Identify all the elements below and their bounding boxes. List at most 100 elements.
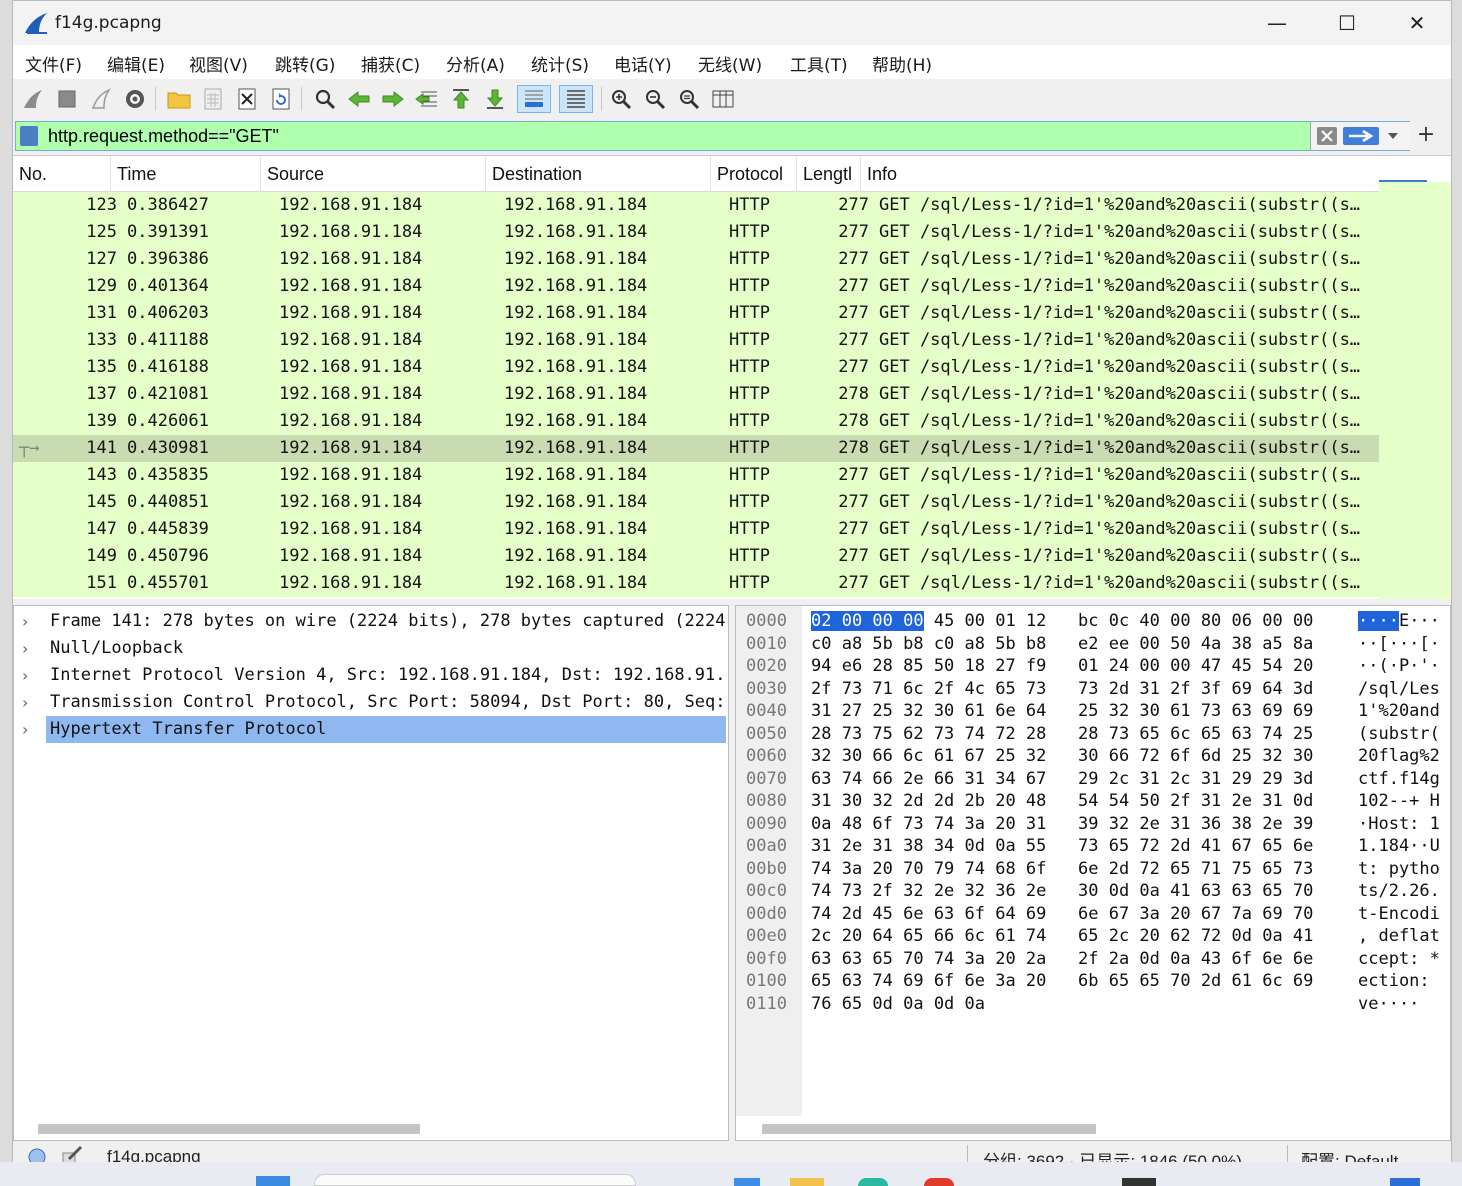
- menu-file[interactable]: 文件(F): [25, 51, 82, 76]
- edit-comment-icon[interactable]: [61, 1145, 83, 1163]
- hex-bytes-group-a[interactable]: 2f 73 71 6c 2f 4c 65 73: [811, 678, 1046, 701]
- chevron-right-icon[interactable]: ›: [22, 662, 38, 689]
- ascii-bytes[interactable]: ts/2.26.: [1358, 880, 1440, 903]
- hex-bytes-group-a[interactable]: 74 2d 45 6e 63 6f 64 69: [811, 903, 1046, 926]
- byte-offset[interactable]: 0000: [746, 610, 787, 633]
- hex-bytes-group-b[interactable]: 25 32 30 61 73 63 69 69: [1078, 700, 1313, 723]
- details-tree-item[interactable]: › Hypertext Transfer Protocol: [14, 716, 726, 743]
- add-filter-button[interactable]: +: [1413, 121, 1439, 151]
- hex-bytes-group-a[interactable]: 0a 48 6f 73 74 3a 20 31: [811, 813, 1046, 836]
- windows-start-icon[interactable]: [256, 1176, 290, 1186]
- packet-row[interactable]: 137 0.421081 192.168.91.184 192.168.91.184 H…: [13, 381, 1379, 408]
- menu-analyze[interactable]: 分析(A): [446, 51, 505, 76]
- byte-offset[interactable]: 0010: [746, 633, 787, 656]
- menu-help[interactable]: 帮助(H): [872, 51, 932, 76]
- ascii-bytes[interactable]: 20flag%2: [1358, 745, 1440, 768]
- apply-filter-icon[interactable]: [1343, 127, 1379, 145]
- hex-bytes-group-a[interactable]: 76 65 0d 0a 0d 0a: [811, 993, 985, 1016]
- byte-offset[interactable]: 0020: [746, 655, 787, 678]
- hex-bytes-group-b[interactable]: 01 24 00 00 47 45 54 20: [1078, 655, 1313, 678]
- zoom-normal-button[interactable]: [675, 85, 703, 113]
- restart-capture-button[interactable]: [87, 85, 115, 113]
- go-back-button[interactable]: [345, 85, 373, 113]
- menu-telephony[interactable]: 电话(Y): [614, 51, 672, 76]
- taskbar-app-icon[interactable]: [1390, 1178, 1420, 1186]
- hex-bytes-group-b[interactable]: 6e 2d 72 65 71 75 65 73: [1078, 858, 1313, 881]
- ascii-bytes[interactable]: ··(·P·'·: [1358, 655, 1440, 678]
- ascii-bytes[interactable]: 1'%20and: [1358, 700, 1440, 723]
- taskbar-app-icon[interactable]: [924, 1178, 954, 1186]
- capture-options-button[interactable]: [121, 85, 149, 113]
- auto-scroll-button[interactable]: [517, 85, 551, 113]
- byte-offset[interactable]: 00a0: [746, 835, 787, 858]
- packet-row[interactable]: 129 0.401364 192.168.91.184 192.168.91.184 H…: [13, 273, 1379, 300]
- hex-bytes-group-a[interactable]: 74 73 2f 32 2e 32 36 2e: [811, 880, 1046, 903]
- details-tree-item[interactable]: › Null/Loopback: [14, 635, 726, 662]
- taskbar-app-icon[interactable]: [734, 1178, 760, 1186]
- hex-bytes-group-b[interactable]: 6e 67 3a 20 67 7a 69 70: [1078, 903, 1313, 926]
- display-filter-input[interactable]: [48, 124, 1298, 148]
- packet-row[interactable]: 147 0.445839 192.168.91.184 192.168.91.184 H…: [13, 516, 1379, 543]
- reload-file-button[interactable]: [267, 85, 295, 113]
- ascii-bytes[interactable]: 102--+ H: [1358, 790, 1440, 813]
- menu-tools[interactable]: 工具(T): [790, 51, 848, 76]
- column-time[interactable]: Time: [111, 156, 261, 192]
- taskbar-app-icon[interactable]: [1122, 1178, 1156, 1186]
- status-indicator-icon[interactable]: [27, 1147, 47, 1163]
- menu-view[interactable]: 视图(V): [189, 51, 248, 76]
- ascii-bytes[interactable]: , deflat: [1358, 925, 1440, 948]
- hex-bytes-group-b[interactable]: 73 65 72 2d 41 67 65 6e: [1078, 835, 1313, 858]
- close-file-button[interactable]: [233, 85, 261, 113]
- packet-row[interactable]: 131 0.406203 192.168.91.184 192.168.91.184 H…: [13, 300, 1379, 327]
- bytes-hscroll-thumb[interactable]: [762, 1124, 1096, 1134]
- hex-bytes-group-a[interactable]: 31 30 32 2d 2d 2b 20 48: [811, 790, 1046, 813]
- packet-row[interactable]: 149 0.450796 192.168.91.184 192.168.91.184 H…: [13, 543, 1379, 570]
- ascii-bytes[interactable]: /sql/Les: [1358, 678, 1440, 701]
- byte-offset[interactable]: 0040: [746, 700, 787, 723]
- chevron-right-icon[interactable]: ›: [22, 608, 38, 635]
- chevron-right-icon[interactable]: ›: [22, 716, 38, 743]
- packet-row[interactable]: 125 0.391391 192.168.91.184 192.168.91.184 H…: [13, 219, 1379, 246]
- chevron-right-icon[interactable]: ›: [22, 689, 38, 716]
- hex-bytes-group-a[interactable]: 65 63 74 69 6f 6e 3a 20: [811, 970, 1046, 993]
- maximize-button[interactable]: ☐: [1313, 1, 1381, 45]
- ascii-bytes[interactable]: (substr(: [1358, 723, 1440, 746]
- ascii-bytes[interactable]: ·Host: 1: [1358, 813, 1440, 836]
- menu-wireless[interactable]: 无线(W): [698, 51, 762, 76]
- find-packet-button[interactable]: [311, 85, 339, 113]
- ascii-bytes[interactable]: ··[···[·: [1358, 633, 1440, 656]
- ascii-bytes[interactable]: ····E···: [1358, 610, 1440, 633]
- ascii-bytes[interactable]: ve····: [1358, 993, 1419, 1016]
- column-info[interactable]: Info: [861, 156, 1379, 192]
- hex-bytes-group-b[interactable]: 39 32 2e 31 36 38 2e 39: [1078, 813, 1313, 836]
- hex-bytes-group-a[interactable]: 2c 20 64 65 66 6c 61 74: [811, 925, 1046, 948]
- byte-offset[interactable]: 0110: [746, 993, 787, 1016]
- ascii-bytes[interactable]: t-Encodi: [1358, 903, 1440, 926]
- byte-offset[interactable]: 0080: [746, 790, 787, 813]
- bookmark-icon[interactable]: [20, 126, 38, 146]
- column-protocol[interactable]: Protocol: [711, 156, 797, 192]
- ascii-bytes[interactable]: 1.184··U: [1358, 835, 1440, 858]
- hex-bytes-group-b[interactable]: 73 2d 31 2f 3f 69 64 3d: [1078, 678, 1313, 701]
- zoom-in-button[interactable]: [607, 85, 635, 113]
- chevron-right-icon[interactable]: ›: [22, 635, 38, 662]
- byte-offset[interactable]: 0090: [746, 813, 787, 836]
- byte-offset[interactable]: 00e0: [746, 925, 787, 948]
- details-hscroll-thumb[interactable]: [38, 1124, 420, 1134]
- byte-offset[interactable]: 0030: [746, 678, 787, 701]
- packet-row[interactable]: 127 0.396386 192.168.91.184 192.168.91.184 H…: [13, 246, 1379, 273]
- menu-edit[interactable]: 编辑(E): [107, 51, 165, 76]
- byte-offset[interactable]: 0070: [746, 768, 787, 791]
- packet-row[interactable]: 143 0.435835 192.168.91.184 192.168.91.184 H…: [13, 462, 1379, 489]
- byte-offset[interactable]: 0050: [746, 723, 787, 746]
- stop-capture-button[interactable]: [53, 85, 81, 113]
- byte-offset[interactable]: 00d0: [746, 903, 787, 926]
- hex-bytes-group-b[interactable]: 29 2c 31 2c 31 29 29 3d: [1078, 768, 1313, 791]
- hex-bytes-group-b[interactable]: 65 2c 20 62 72 0d 0a 41: [1078, 925, 1313, 948]
- byte-offset[interactable]: 00f0: [746, 948, 787, 971]
- hex-bytes-group-a[interactable]: 63 74 66 2e 66 31 34 67: [811, 768, 1046, 791]
- packet-row[interactable]: 151 0.455701 192.168.91.184 192.168.91.184 H…: [13, 570, 1379, 597]
- ascii-bytes[interactable]: ection:: [1358, 970, 1440, 993]
- hex-bytes-group-b[interactable]: bc 0c 40 00 80 06 00 00: [1078, 610, 1313, 633]
- hex-bytes-group-b[interactable]: 6b 65 65 70 2d 61 6c 69: [1078, 970, 1313, 993]
